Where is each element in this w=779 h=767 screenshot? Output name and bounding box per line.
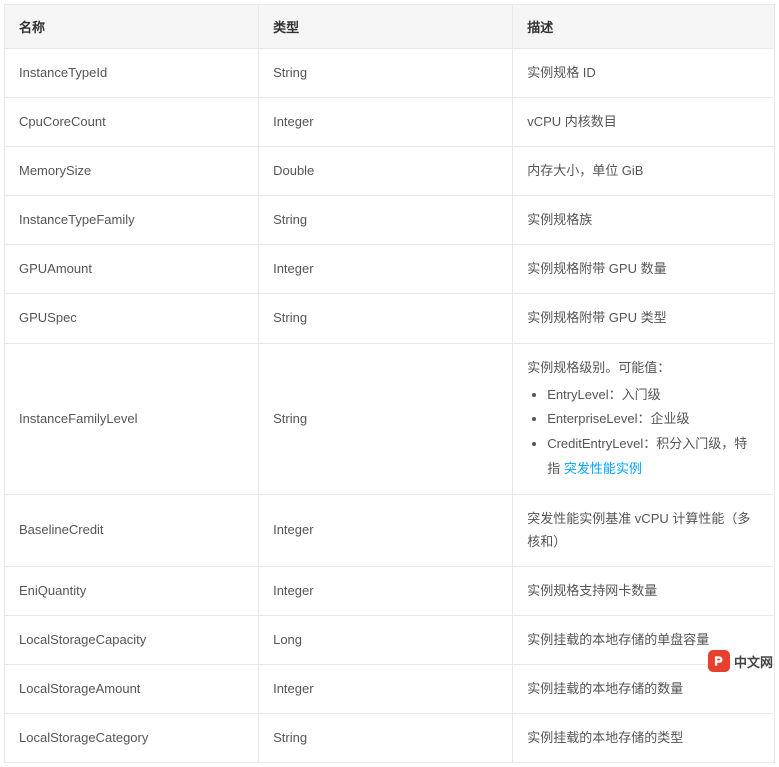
table-row: InstanceTypeFamily String 实例规格族 [5, 196, 775, 245]
cell-type: Long [259, 615, 513, 664]
cell-type: String [259, 713, 513, 762]
table-row: InstanceFamilyLevel String 实例规格级别。可能值： E… [5, 343, 775, 495]
cell-desc: 突发性能实例基准 vCPU 计算性能（多核和） [513, 495, 775, 566]
cell-type: String [259, 343, 513, 495]
desc-list: EntryLevel：入门级 EnterpriseLevel：企业级 Credi… [527, 383, 760, 482]
cell-name: EniQuantity [5, 566, 259, 615]
cell-desc: 实例规格族 [513, 196, 775, 245]
php-logo-icon [708, 650, 730, 672]
list-item: EnterpriseLevel：企业级 [547, 407, 760, 432]
cell-name: InstanceTypeId [5, 49, 259, 98]
cell-type: Integer [259, 566, 513, 615]
cell-name: InstanceFamilyLevel [5, 343, 259, 495]
header-desc: 描述 [513, 5, 775, 49]
table-row: CpuCoreCount Integer vCPU 内核数目 [5, 98, 775, 147]
cell-type: Integer [259, 98, 513, 147]
badge-text: 中文网 [734, 652, 773, 671]
cell-type: Integer [259, 664, 513, 713]
table-row: LocalStorageCategory String 实例挂载的本地存储的类型 [5, 713, 775, 762]
cell-desc: 内存大小，单位 GiB [513, 147, 775, 196]
cell-desc: 实例规格附带 GPU 数量 [513, 245, 775, 294]
header-type: 类型 [259, 5, 513, 49]
cell-desc: 实例规格级别。可能值： EntryLevel：入门级 EnterpriseLev… [513, 343, 775, 495]
table-row: LocalStorageCapacity Long 实例挂载的本地存储的单盘容量 [5, 615, 775, 664]
cell-name: GPUSpec [5, 294, 259, 343]
php-cn-badge: 中文网 [708, 650, 773, 672]
table-row: EniQuantity Integer 实例规格支持网卡数量 [5, 566, 775, 615]
table-row: GPUSpec String 实例规格附带 GPU 类型 [5, 294, 775, 343]
cell-name: LocalStorageCategory [5, 713, 259, 762]
cell-type: String [259, 294, 513, 343]
cell-type: Integer [259, 495, 513, 566]
table-header-row: 名称 类型 描述 [5, 5, 775, 49]
cell-name: MemorySize [5, 147, 259, 196]
cell-desc: 实例挂载的本地存储的类型 [513, 713, 775, 762]
table-row: MemorySize Double 内存大小，单位 GiB [5, 147, 775, 196]
cell-type: String [259, 196, 513, 245]
parameter-table: 名称 类型 描述 InstanceTypeId String 实例规格 ID C… [4, 4, 775, 763]
cell-name: InstanceTypeFamily [5, 196, 259, 245]
cell-name: LocalStorageAmount [5, 664, 259, 713]
header-name: 名称 [5, 5, 259, 49]
table-row: LocalStorageAmount Integer 实例挂载的本地存储的数量 [5, 664, 775, 713]
cell-type: String [259, 49, 513, 98]
table-row: InstanceTypeId String 实例规格 ID [5, 49, 775, 98]
cell-desc: vCPU 内核数目 [513, 98, 775, 147]
list-item: CreditEntryLevel：积分入门级，特指 突发性能实例 [547, 432, 760, 481]
cell-desc: 实例规格支持网卡数量 [513, 566, 775, 615]
cell-name: GPUAmount [5, 245, 259, 294]
cell-type: Integer [259, 245, 513, 294]
cell-name: BaselineCredit [5, 495, 259, 566]
table-row: BaselineCredit Integer 突发性能实例基准 vCPU 计算性… [5, 495, 775, 566]
cell-type: Double [259, 147, 513, 196]
cell-name: CpuCoreCount [5, 98, 259, 147]
cell-name: LocalStorageCapacity [5, 615, 259, 664]
cell-desc: 实例规格 ID [513, 49, 775, 98]
table-row: GPUAmount Integer 实例规格附带 GPU 数量 [5, 245, 775, 294]
list-item: EntryLevel：入门级 [547, 383, 760, 408]
desc-intro: 实例规格级别。可能值： [527, 360, 670, 375]
burst-instance-link[interactable]: 突发性能实例 [564, 461, 642, 476]
cell-desc: 实例规格附带 GPU 类型 [513, 294, 775, 343]
